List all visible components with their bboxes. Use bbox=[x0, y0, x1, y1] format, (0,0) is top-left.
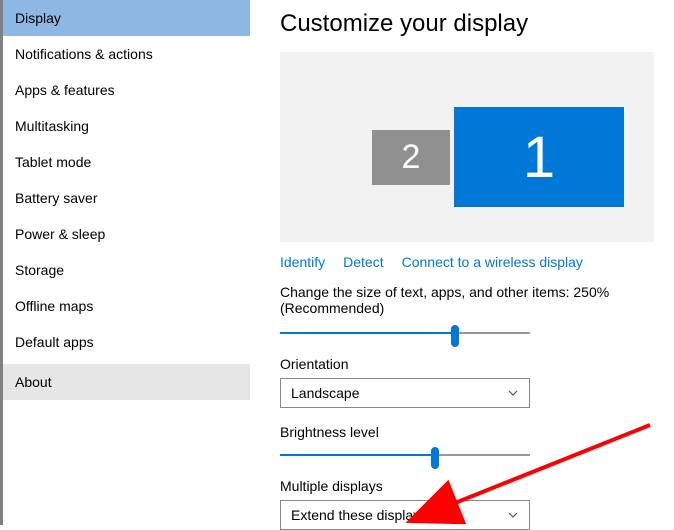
multiple-displays-select[interactable]: Extend these displays bbox=[280, 500, 530, 530]
sidebar-item-notifications[interactable]: Notifications & actions bbox=[3, 36, 250, 72]
sidebar-item-power[interactable]: Power & sleep bbox=[3, 216, 250, 252]
chevron-down-icon bbox=[507, 509, 519, 521]
sidebar-item-storage[interactable]: Storage bbox=[3, 252, 250, 288]
monitor-2[interactable]: 2 bbox=[372, 130, 450, 185]
multiple-displays-label: Multiple displays bbox=[280, 478, 654, 494]
scale-slider[interactable] bbox=[280, 324, 530, 342]
sidebar-item-apps[interactable]: Apps & features bbox=[3, 72, 250, 108]
orientation-value: Landscape bbox=[291, 385, 360, 401]
sidebar-item-maps[interactable]: Offline maps bbox=[3, 288, 250, 324]
sidebar-item-tablet[interactable]: Tablet mode bbox=[3, 144, 250, 180]
sidebar-item-display[interactable]: Display bbox=[3, 0, 250, 36]
sidebar-item-battery[interactable]: Battery saver bbox=[3, 180, 250, 216]
main-content: Customize your display 2 1 Identify Dete… bbox=[250, 0, 674, 525]
detect-link[interactable]: Detect bbox=[343, 254, 383, 270]
sidebar-item-defaultapps[interactable]: Default apps bbox=[3, 324, 250, 360]
settings-sidebar: Display Notifications & actions Apps & f… bbox=[0, 0, 250, 525]
orientation-label: Orientation bbox=[280, 356, 654, 372]
chevron-down-icon bbox=[507, 387, 519, 399]
display-arrangement-panel[interactable]: 2 1 bbox=[280, 52, 654, 242]
brightness-slider[interactable] bbox=[280, 446, 530, 464]
brightness-label: Brightness level bbox=[280, 424, 654, 440]
multiple-displays-value: Extend these displays bbox=[291, 507, 427, 523]
orientation-select[interactable]: Landscape bbox=[280, 378, 530, 408]
sidebar-item-about[interactable]: About bbox=[3, 364, 250, 400]
monitor-1[interactable]: 1 bbox=[454, 107, 624, 207]
identify-link[interactable]: Identify bbox=[280, 254, 325, 270]
page-title: Customize your display bbox=[280, 10, 654, 38]
sidebar-item-multitasking[interactable]: Multitasking bbox=[3, 108, 250, 144]
scale-label: Change the size of text, apps, and other… bbox=[280, 284, 654, 316]
wireless-display-link[interactable]: Connect to a wireless display bbox=[402, 254, 583, 270]
